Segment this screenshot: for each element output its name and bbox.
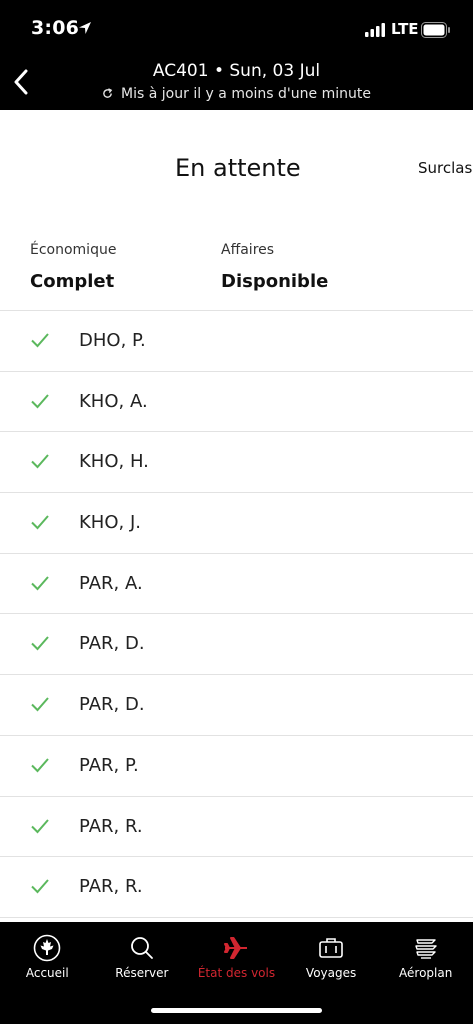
aeroplan-icon [414,939,437,959]
update-status: Mis à jour il y a moins d'une minute [0,86,473,102]
list-item: PAR, D. [0,614,473,676]
list-item: PAR, D. [0,675,473,736]
tab-label: Réserver [115,966,169,980]
status-bar: 3:06 LTE [0,0,473,58]
cabin-label: Affaires [221,242,275,258]
checkmark-icon [31,879,49,894]
cabin-business: Affaires Disponible [221,242,328,292]
tab-label: Voyages [305,966,357,980]
standby-content: En attente Surclass Économique Complet A… [0,110,473,922]
signal-icon [365,23,385,37]
list-item: KHO, H. [0,432,473,494]
checkmark-icon [31,758,49,773]
suitcase-icon [319,938,343,958]
checkmark-icon [31,697,49,712]
standby-list: DHO, P. KHO, A. KHO, H. KHO, J. PAR, A. … [0,310,473,918]
checkmark-icon [31,333,49,348]
passenger-name: PAR, P. [79,754,139,776]
list-item: KHO, A. [0,372,473,433]
flight-title: AC401 • Sun, 03 Jul [152,61,321,81]
passenger-name: PAR, D. [79,633,145,655]
tab-trips[interactable]: Voyages [284,922,379,992]
tab-aeroplan[interactable]: Aéroplan [378,922,473,992]
tab-label: Aéroplan [399,966,453,980]
tab-book[interactable]: Réserver [95,922,190,992]
passenger-name: PAR, R. [79,876,143,898]
tab-label: Accueil [25,966,69,980]
passenger-name: PAR, D. [79,694,145,716]
airplane-icon [224,937,248,959]
tab-flight-status[interactable]: État des vols [189,922,284,992]
list-item: DHO, P. [0,311,473,372]
maple-leaf-icon [33,934,61,962]
cabin-economy: Économique Complet [30,242,116,292]
tab-upgrade[interactable]: Surclass [418,159,473,177]
list-item: KHO, J. [0,493,473,554]
passenger-name: KHO, A. [79,390,148,412]
list-item: PAR, R. [0,797,473,858]
location-arrow-icon [79,22,91,34]
checkmark-icon [31,454,49,469]
passenger-name: PAR, R. [79,815,143,837]
tab-label: État des vols [197,966,276,980]
status-time: 3:06 [31,17,80,39]
list-item: PAR, P. [0,736,473,797]
network-type: LTE [391,20,419,38]
tab-standby[interactable]: En attente [175,154,301,182]
cabin-status: Complet [30,271,115,292]
passenger-name: DHO, P. [79,330,146,351]
passenger-name: KHO, J. [79,512,141,534]
search-icon [130,937,153,959]
battery-icon [421,22,450,38]
flight-header: AC401 • Sun, 03 Jul Mis à jour il y a mo… [0,58,473,110]
checkmark-icon [31,394,49,409]
refresh-icon [103,88,113,98]
checkmark-icon [31,576,49,591]
list-item: PAR, A. [0,554,473,615]
checkmark-icon [31,636,49,651]
list-item: PAR, R. [0,857,473,918]
cabin-status: Disponible [221,271,329,292]
passenger-name: PAR, A. [79,572,143,594]
passenger-name: KHO, H. [79,451,149,473]
checkmark-icon [31,818,49,833]
checkmark-icon [31,515,49,530]
tab-home[interactable]: Accueil [0,922,95,992]
cabin-label: Économique [30,242,117,258]
update-status-text: Mis à jour il y a moins d'une minute [121,86,371,102]
home-indicator [151,1008,322,1013]
